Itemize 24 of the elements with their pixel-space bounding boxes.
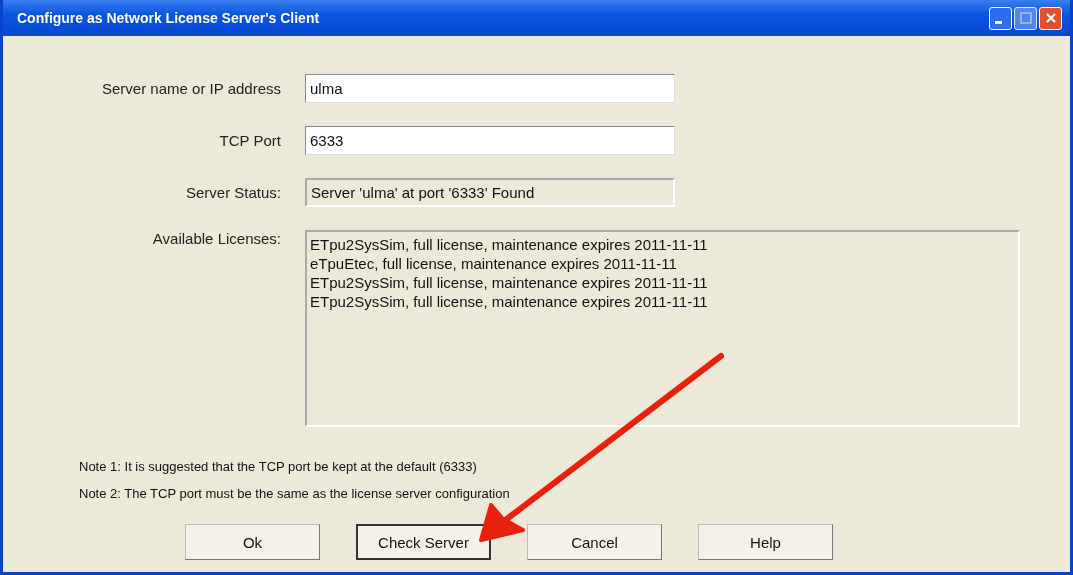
field-label: TCP Port [218,132,282,149]
minimize-button[interactable] [989,6,1012,30]
minimize-icon [995,20,1002,24]
dialog-button[interactable]: Ok [185,524,320,560]
dialog-button[interactable]: Cancel [527,524,662,560]
license-item: ETpu2SysSim, full license, maintenance expires 2011-11-11 [310,273,708,292]
close-button[interactable] [1039,6,1062,30]
close-icon [1044,12,1057,24]
field-label: Server Status: [184,184,282,201]
note-text: Note 2: The TCP port must be the same as the license server configuration [79,486,510,501]
dialog-button[interactable]: Help [698,524,833,560]
license-item: ETpu2SysSim, full license, maintenance expires 2011-11-11 [310,292,708,311]
dialog-button[interactable]: Check Server [356,524,491,560]
license-item: eTpuEtec, full license, maintenance expires 2011-11-11 [310,254,677,273]
status-field: Server 'ulma' at port '6333' Found [305,178,675,207]
maximize-button[interactable] [1014,6,1037,30]
note-text: Note 1: It is suggested that the TCP port be kept at the default (6333) [79,459,477,474]
field-label: Available Licenses: [151,230,282,247]
field-label: Server name or IP address [101,80,282,97]
input-field[interactable]: ulma [305,74,675,103]
maximize-icon [1019,12,1032,24]
license-item: ETpu2SysSim, full license, maintenance expires 2011-11-11 [310,235,708,254]
window-title: Configure as Network License Server's Client [17,10,320,26]
input-field[interactable]: 6333 [305,126,675,155]
